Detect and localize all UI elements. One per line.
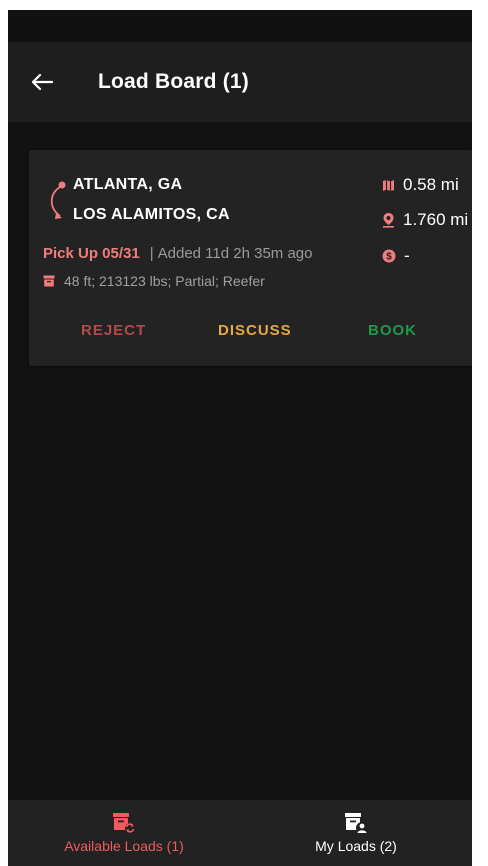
metric-value: 0.58 mi — [403, 175, 459, 194]
box-icon — [43, 275, 55, 287]
book-button[interactable]: BOOK — [368, 322, 417, 339]
pickup-info: Pick Up 05/31 | Added 11d 2h 35m ago — [43, 245, 313, 262]
load-card[interactable]: ATLANTA, GA LOS ALAMITOS, CA 0.58 mi 1.7… — [29, 150, 472, 366]
pickup-date: Pick Up 05/31 — [43, 245, 140, 262]
discuss-button[interactable]: DISCUSS — [218, 322, 292, 339]
metric-value: 1.760 mi — [403, 210, 469, 229]
page-title: Load Board (1) — [98, 70, 249, 93]
card-actions: REJECT DISCUSS BOOK — [29, 318, 472, 346]
metric-distance-map: 0.58 mi — [382, 175, 459, 195]
phone-screen: Load Board (1) ATLANTA, GA LOS ALAMITOS,… — [8, 10, 472, 866]
metric-distance-pin: 1.760 mi — [382, 210, 468, 230]
load-details-text: 48 ft; 213123 lbs; Partial; Reefer — [64, 273, 265, 289]
nav-label: Available Loads (1) — [64, 838, 184, 854]
route-curve-icon — [50, 181, 66, 219]
reject-button[interactable]: REJECT — [81, 322, 146, 339]
metric-value: - — [404, 246, 410, 265]
status-bar — [8, 10, 472, 42]
destination-city: LOS ALAMITOS, CA — [73, 206, 230, 223]
available-loads-icon — [113, 813, 135, 833]
map-icon — [383, 179, 394, 191]
added-time: Added 11d 2h 35m ago — [157, 245, 313, 262]
added-time-wrap: | Added 11d 2h 35m ago — [150, 245, 313, 262]
load-details: 48 ft; 213123 lbs; Partial; Reefer — [43, 273, 265, 289]
nav-available-loads[interactable]: Available Loads (1) — [8, 800, 240, 866]
back-button[interactable] — [14, 54, 70, 110]
bottom-navigation: Available Loads (1) My Loads (2) — [8, 800, 472, 866]
app-bar: Load Board (1) — [8, 42, 472, 122]
dollar-icon: $ — [382, 249, 396, 263]
arrow-left-icon — [31, 73, 53, 91]
my-loads-icon — [345, 813, 368, 834]
nav-label: My Loads (2) — [315, 838, 397, 854]
separator: | — [149, 245, 154, 262]
nav-my-loads[interactable]: My Loads (2) — [240, 800, 472, 866]
origin-city: ATLANTA, GA — [73, 176, 183, 193]
metric-rate: $ - — [382, 246, 410, 266]
svg-text:$: $ — [386, 252, 392, 263]
location-pin-icon — [383, 213, 394, 228]
